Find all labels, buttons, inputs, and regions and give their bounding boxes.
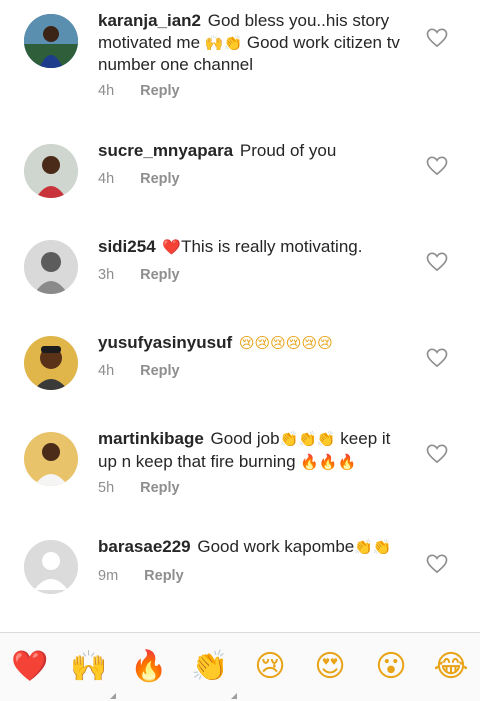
tears-of-joy-emoji[interactable]: 😂	[431, 647, 471, 687]
emoji-quick-reaction-bar: ❤️ 🙌 🔥 👏 😢 😍 😮 😂	[0, 632, 480, 701]
avatar[interactable]	[24, 14, 78, 68]
comment-username[interactable]: barasae229	[98, 537, 191, 556]
reply-button[interactable]: Reply	[140, 83, 180, 99]
comment-meta: 3h Reply	[98, 267, 180, 283]
like-heart-icon[interactable]	[426, 28, 450, 50]
comment-username[interactable]: yusufyasinyusuf	[98, 333, 232, 352]
comment-text: sucre_mnyapara Proud of you	[98, 140, 408, 162]
reply-button[interactable]: Reply	[140, 480, 180, 496]
comment-meta: 4h Reply	[98, 83, 180, 99]
avatar[interactable]	[24, 240, 78, 294]
red-heart-emoji[interactable]: ❤️	[10, 647, 50, 687]
raising-hands-emoji: 🙌	[204, 33, 224, 52]
comment-meta: 4h Reply	[98, 363, 180, 379]
fire-emoji: 🔥🔥🔥	[300, 452, 357, 471]
comment-text-part: Proud of you	[239, 141, 337, 160]
reply-button[interactable]: Reply	[144, 568, 184, 584]
variant-corner-icon	[110, 693, 116, 699]
crying-face-emoji[interactable]: 😢	[250, 647, 290, 687]
comment-meta: 4h Reply	[98, 171, 180, 187]
reply-button[interactable]: Reply	[140, 363, 180, 379]
comment-text: yusufyasinyusuf 😢😢😢😢😢😢	[98, 332, 408, 355]
red-heart-emoji: ❤️	[162, 238, 182, 256]
comment-text: sidi254 ❤️This is really motivating.	[98, 236, 408, 259]
comment-username[interactable]: sucre_mnyapara	[98, 141, 233, 160]
comment-time: 4h	[98, 363, 115, 379]
comment-username[interactable]: karanja_ian2	[98, 11, 201, 30]
avatar[interactable]	[24, 432, 78, 486]
avatar[interactable]	[24, 144, 78, 198]
like-heart-icon[interactable]	[426, 554, 450, 576]
comment-username[interactable]: sidi254	[98, 237, 156, 256]
comment-text: karanja_ian2 God bless you..his story mo…	[98, 10, 408, 76]
like-heart-icon[interactable]	[426, 348, 450, 370]
comment-time: 5h	[98, 480, 115, 496]
comment-text-part: This is really motivating.	[181, 237, 363, 256]
clapping-hands-emoji[interactable]: 👏	[190, 647, 230, 687]
fire-emoji[interactable]: 🔥	[129, 647, 169, 687]
like-heart-icon[interactable]	[426, 252, 450, 274]
comment-username[interactable]: martinkibage	[98, 429, 204, 448]
crying-face-emoji: 😢😢😢😢😢😢	[238, 334, 333, 352]
reply-button[interactable]: Reply	[140, 171, 180, 187]
comment-meta: 5h Reply	[98, 480, 180, 496]
clapping-hands-emoji: 👏👏👏	[279, 430, 336, 448]
comment-text-part: Good work kapombe	[197, 537, 355, 556]
comment-time: 4h	[98, 83, 115, 99]
like-heart-icon[interactable]	[426, 156, 450, 178]
surprised-face-emoji[interactable]: 😮	[371, 647, 411, 687]
comment-text: barasae229 Good work kapombe👏👏	[98, 536, 408, 559]
comment-time: 3h	[98, 267, 115, 283]
comment-time: 4h	[98, 171, 115, 187]
clapping-hands-emoji: 👏	[223, 33, 243, 52]
default-avatar[interactable]	[24, 540, 78, 594]
comment-time: 9m	[98, 568, 119, 584]
comment-meta: 9m Reply	[98, 568, 184, 584]
comment-text: martinkibage Good job👏👏👏 keep it up n ke…	[98, 428, 408, 473]
clapping-hands-emoji: 👏👏	[354, 538, 392, 556]
reply-button[interactable]: Reply	[140, 267, 180, 283]
heart-eyes-emoji[interactable]: 😍	[310, 647, 350, 687]
comment-text-part: Good job	[210, 429, 280, 448]
raising-hands-emoji[interactable]: 🙌	[69, 647, 109, 687]
like-heart-icon[interactable]	[426, 444, 450, 466]
avatar[interactable]	[24, 336, 78, 390]
variant-corner-icon	[231, 693, 237, 699]
